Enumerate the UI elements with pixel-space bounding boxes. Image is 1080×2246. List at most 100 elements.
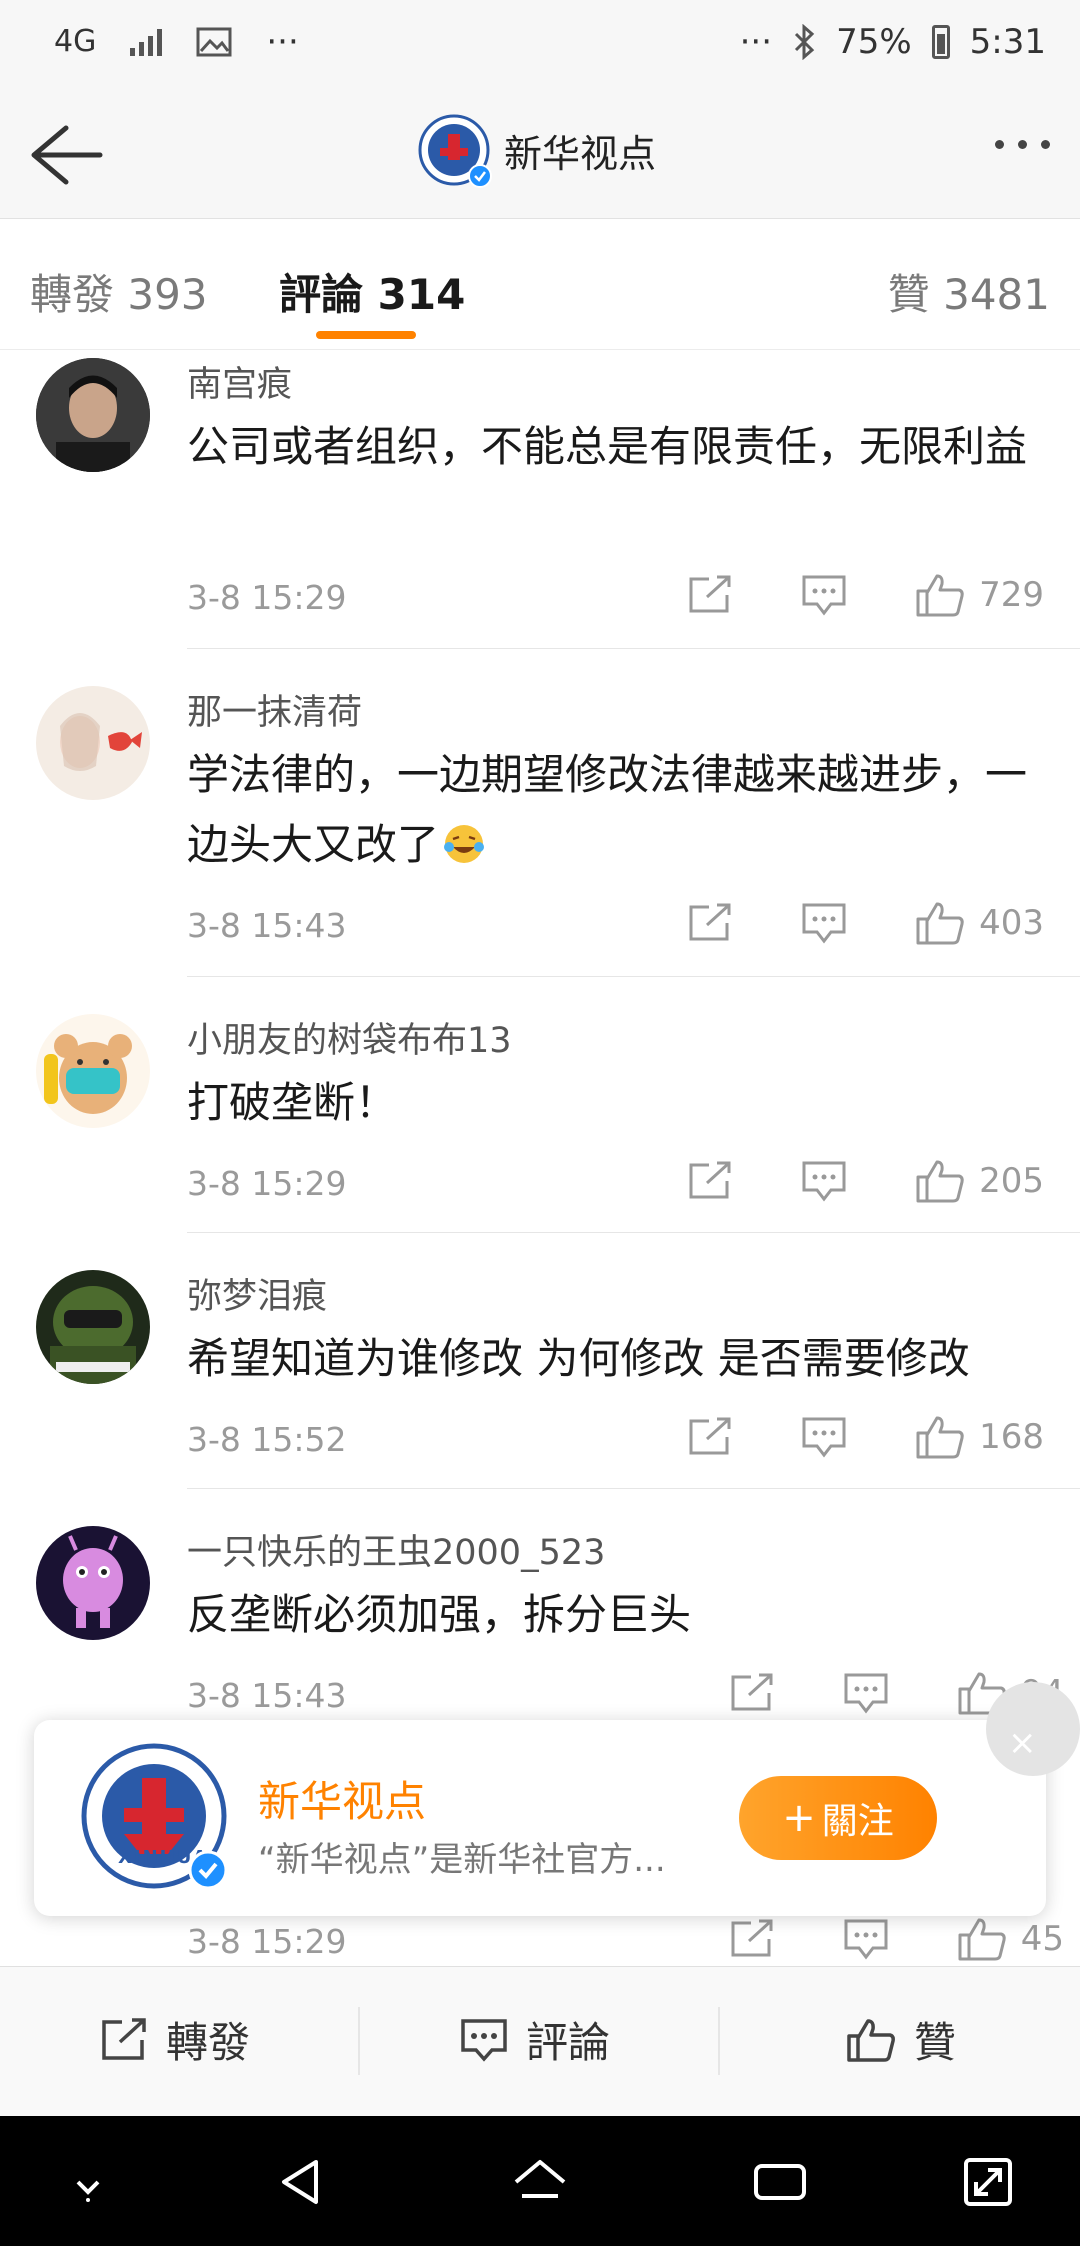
system-navigation-bar	[0, 2116, 1080, 2246]
thumbs-up-icon	[958, 1918, 1006, 1961]
more-options-icon[interactable]	[995, 140, 1050, 149]
share-icon[interactable]	[729, 1673, 775, 1713]
thumbs-up-icon	[916, 574, 964, 617]
tab-repost[interactable]: 轉發 393	[30, 261, 208, 322]
tab-comments[interactable]: 評論 314	[279, 261, 465, 322]
image-icon	[196, 27, 232, 57]
repost-label: 轉發	[166, 2018, 251, 2067]
comment-time: 3-8 15:29	[187, 1922, 347, 1961]
thumbs-up-icon	[847, 2018, 895, 2062]
comment-username[interactable]: 一只快乐的王虫2000_523	[187, 1524, 605, 1575]
bluetooth-icon	[795, 24, 815, 60]
close-card-button[interactable]: ×	[986, 1682, 1080, 1776]
comment-time: 3-8 15:29	[187, 1164, 347, 1203]
divider	[718, 2007, 720, 2075]
account-avatar	[418, 114, 492, 188]
like-label: 贊	[914, 2018, 957, 2067]
like-count: 729	[979, 575, 1044, 615]
comment-username[interactable]: 那一抹清荷	[187, 684, 362, 735]
avatar[interactable]	[36, 358, 150, 472]
like-count: 168	[979, 1417, 1044, 1457]
avatar[interactable]	[36, 1014, 150, 1128]
comment-text: 公司或者组织，不能总是有限责任，无限利益	[187, 422, 1028, 471]
comment-username[interactable]: 南宫痕	[187, 356, 292, 407]
thumbs-up-icon	[916, 1416, 964, 1459]
comment-actions: 403	[687, 900, 1044, 946]
tab-bar: 轉發 393 評論 314 贊 3481	[0, 219, 1080, 350]
home-icon[interactable]	[510, 2152, 570, 2212]
back-nav-icon[interactable]	[272, 2152, 332, 2212]
comment-actions: 205	[687, 1158, 1044, 1204]
comment-actions: 168	[687, 1414, 1044, 1460]
like-count: 403	[979, 903, 1044, 943]
follow-label: 關注	[821, 1801, 894, 1842]
page-title: 新华视点	[504, 131, 657, 176]
comment-text: 学法律的，一边期望修改法律越来越进步，一边头大又改了	[187, 750, 1028, 869]
comment-text: 反垄断必须加强，拆分巨头	[187, 1590, 692, 1639]
avatar[interactable]	[36, 686, 150, 800]
card-account-name[interactable]: 新华视点	[258, 1768, 426, 1829]
status-overflow-icon-right: ···	[739, 22, 773, 62]
like-count: 205	[979, 1161, 1044, 1201]
close-icon: ×	[1008, 1723, 1037, 1763]
collapse-down-icon[interactable]	[58, 2152, 118, 2212]
comment-label: 評論	[526, 2018, 611, 2067]
avatar[interactable]	[36, 1526, 150, 1640]
reply-icon[interactable]	[801, 902, 847, 944]
comment-actions: 729	[687, 572, 1044, 618]
share-icon[interactable]	[687, 575, 733, 615]
like-bar-button[interactable]: 贊	[846, 2009, 956, 2070]
like-button[interactable]: 45	[957, 1916, 1064, 1962]
clock: 5:31	[969, 22, 1046, 62]
reply-icon[interactable]	[843, 1918, 889, 1960]
top-nav-bar: 新华视点	[0, 92, 1080, 219]
share-icon[interactable]	[687, 1161, 733, 1201]
reply-icon[interactable]	[801, 1416, 847, 1458]
like-button[interactable]: 205	[915, 1158, 1044, 1204]
account-avatar-large[interactable]: XINHUA	[80, 1742, 228, 1890]
divider	[187, 648, 1080, 649]
thumbs-up-icon	[916, 1160, 964, 1203]
signal-icon	[130, 28, 163, 56]
share-icon[interactable]	[729, 1919, 775, 1959]
comment-time: 3-8 15:43	[187, 906, 347, 945]
reply-icon[interactable]	[801, 574, 847, 616]
status-bar: 4G ··· ··· 75% 5:31	[0, 0, 1080, 92]
expand-screen-icon[interactable]	[958, 2152, 1018, 2212]
comment-icon	[461, 2018, 507, 2062]
divider	[358, 2007, 360, 2075]
like-button[interactable]: 168	[915, 1414, 1044, 1460]
comment-username[interactable]: 弥梦泪痕	[187, 1268, 327, 1319]
share-icon	[102, 2017, 146, 2060]
follow-button[interactable]: + 關注	[739, 1776, 937, 1860]
reply-icon[interactable]	[843, 1672, 889, 1714]
repost-button[interactable]: 轉發	[100, 2009, 250, 2070]
share-icon[interactable]	[687, 1417, 733, 1457]
recent-apps-icon[interactable]	[750, 2152, 810, 2212]
plus-icon: +	[782, 1795, 816, 1841]
divider	[187, 976, 1080, 977]
share-icon[interactable]	[687, 903, 733, 943]
battery-icon	[931, 25, 950, 59]
comment-text: 打破垄断！	[187, 1078, 398, 1127]
back-arrow-icon[interactable]	[26, 118, 106, 192]
comment-username[interactable]: 小朋友的树袋布布13	[187, 1012, 512, 1063]
thumbs-up-icon	[916, 902, 964, 945]
reply-icon[interactable]	[801, 1160, 847, 1202]
nav-title-group[interactable]: 新华视点	[418, 114, 657, 188]
active-tab-indicator	[316, 331, 416, 339]
comment-actions: 45	[729, 1916, 1064, 1962]
status-overflow-icon: ···	[266, 22, 299, 62]
like-button[interactable]: 403	[915, 900, 1044, 946]
like-button[interactable]: 729	[915, 572, 1044, 618]
follow-suggestion-card: × XINHUA 新华视点 “新华视点”是新华社官方... + 關注	[34, 1682, 1080, 1916]
tab-likes[interactable]: 贊 3481	[888, 261, 1050, 322]
avatar[interactable]	[36, 1270, 150, 1384]
divider	[187, 1488, 1080, 1489]
battery-percent: 75%	[836, 22, 912, 62]
comment-time: 3-8 15:43	[187, 1676, 347, 1715]
comment-time: 3-8 15:29	[187, 578, 347, 617]
comment-button[interactable]: 評論	[460, 2009, 610, 2070]
card-account-description: “新华视点”是新华社官方...	[258, 1840, 666, 1880]
bottom-action-bar: 轉發 評論 贊	[0, 1966, 1080, 2117]
